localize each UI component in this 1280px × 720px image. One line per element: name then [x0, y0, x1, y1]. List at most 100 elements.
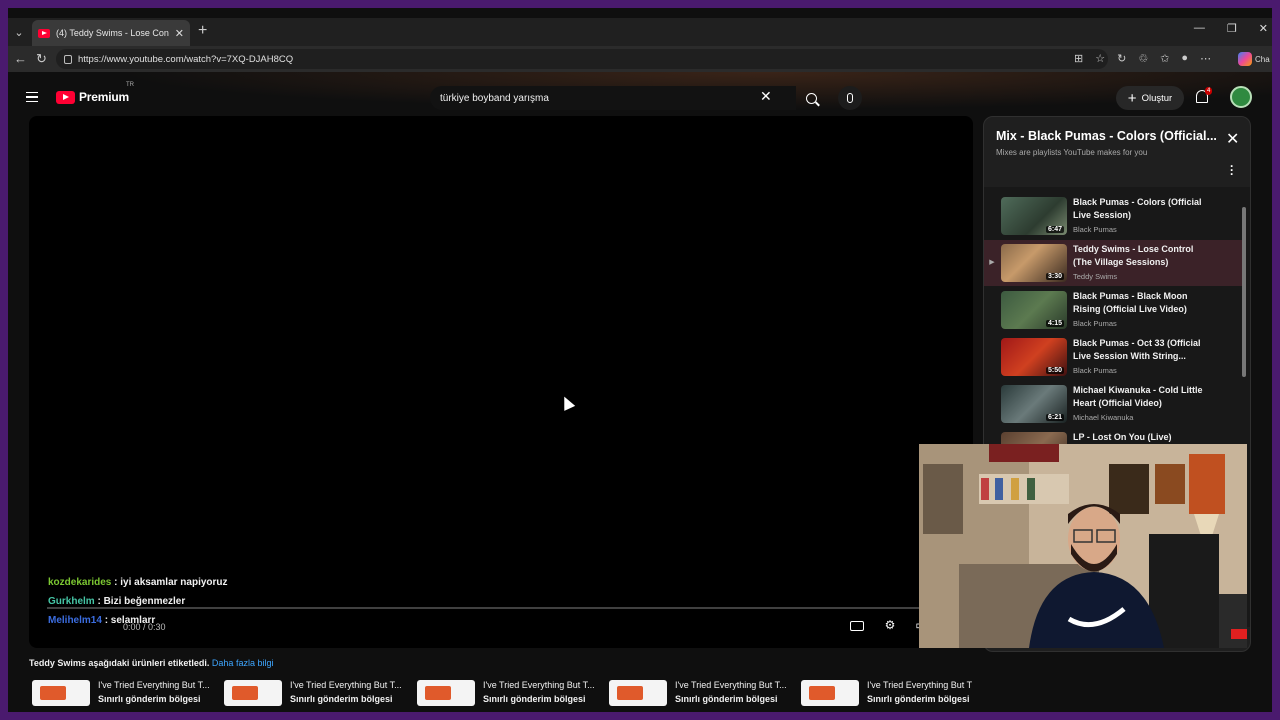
search-input[interactable]: türkiye boyband yarışma [430, 86, 796, 110]
video-title: Black Pumas - Colors (Official Live Sess… [1073, 197, 1202, 220]
playlist-index [984, 334, 1000, 380]
product-image [417, 680, 475, 706]
window-close-icon[interactable]: ✕ [1259, 22, 1268, 35]
video-thumbnail: 6:21 [1001, 385, 1067, 423]
maximize-icon[interactable]: ❐ [1227, 22, 1237, 35]
extensions-icon[interactable]: ♲ [1138, 52, 1148, 65]
subtitles-icon [850, 621, 864, 631]
search-button[interactable] [796, 86, 826, 110]
logo-text: Premium [79, 90, 129, 104]
tab-list-icon[interactable]: ⌄ [10, 24, 28, 42]
progress-bar[interactable] [47, 607, 955, 609]
chat-message: Gurkhelm : Bizi beğenmezler [48, 596, 228, 607]
time-display: 0:00 / 0:30 [123, 622, 166, 632]
product-image [224, 680, 282, 706]
video-title: LP - Lost On You (Live) [1073, 432, 1172, 442]
duration-badge: 5:50 [1045, 367, 1064, 374]
profile-icon[interactable]: ● [1181, 52, 1188, 65]
chat-text: : Bizi beğenmezler [94, 596, 186, 607]
active-tab[interactable]: (4) Teddy Swims - Lose Control (Th ✕ [32, 20, 190, 46]
copilot-label: Cha [1255, 54, 1270, 64]
product-title: I've Tried Everything But T... [98, 680, 210, 690]
product-card[interactable]: I've Tried Everything But T... Sınırlı g… [417, 680, 607, 706]
favorites-icon[interactable]: ✩ [1160, 52, 1169, 65]
search-icon [805, 92, 817, 104]
video-title: Black Pumas - Oct 33 (Official Live Sess… [1073, 338, 1201, 361]
channel-name: Black Pumas [1073, 319, 1117, 328]
create-button[interactable]: + Oluştur [1116, 86, 1184, 110]
product-title: I've Tried Everything But T [867, 680, 973, 690]
youtube-play-icon [56, 90, 75, 104]
settings-gear-icon[interactable]: ⚙ [882, 618, 898, 634]
product-card[interactable]: I've Tried Everything But T... Sınırlı g… [32, 680, 222, 706]
subtitles-button[interactable] [850, 618, 866, 634]
youtube-header: Premium TR türkiye boyband yarışma ✕ + O… [8, 72, 1272, 116]
new-tab-icon[interactable]: + [198, 22, 207, 40]
playlist-index [984, 287, 1000, 333]
plus-icon: + [1127, 89, 1137, 107]
webcam-overlay [919, 444, 1247, 648]
app-icon[interactable]: ⊞ [1074, 52, 1083, 65]
playlist-item[interactable]: 6:47 Black Pumas - Colors (Official Live… [984, 193, 1242, 239]
chat-username: Melihelm14 [48, 615, 102, 626]
now-playing-icon: ▶ [989, 259, 995, 266]
more-icon[interactable]: ⋯ [1200, 52, 1211, 65]
product-shipping: Sınırlı gönderim bölgesi [867, 694, 970, 704]
playlist-title[interactable]: Mix - Black Pumas - Colors (Official... [996, 129, 1216, 143]
youtube-favicon-icon [38, 28, 50, 38]
product-image [32, 680, 90, 706]
microphone-icon [847, 93, 853, 103]
duration-badge: 4:15 [1045, 320, 1064, 327]
product-image [801, 680, 859, 706]
tab-close-icon[interactable]: ✕ [175, 27, 184, 40]
video-player[interactable]: kozdekarides : iyi aksamlar napiyoruz Gu… [29, 116, 973, 648]
copilot-button[interactable]: Cha [1238, 50, 1272, 68]
address-bar: ← ↻ https://www.youtube.com/watch?v=7XQ-… [8, 46, 1272, 72]
product-shipping: Sınırlı gönderim bölgesi [483, 694, 586, 704]
favorite-star-icon[interactable]: ☆ [1095, 52, 1105, 65]
chat-text: : iyi aksamlar napiyoruz [111, 577, 228, 588]
window-controls: — ❐ ✕ [1194, 22, 1272, 35]
youtube-logo[interactable]: Premium TR [56, 82, 134, 104]
channel-name: Michael Kiwanuka [1073, 413, 1134, 422]
browser-toolbar-icons: ⊞ ☆ ↻ ♲ ✩ ● ⋯ [1074, 52, 1211, 65]
product-card[interactable]: I've Tried Everything But T Sınırlı gönd… [801, 680, 991, 706]
region-code: TR [126, 82, 134, 88]
video-title: Michael Kiwanuka - Cold Little Heart (Of… [1073, 385, 1203, 408]
browser-window: ⌄ (4) Teddy Swims - Lose Control (Th ✕ +… [8, 8, 1272, 712]
channel-name: Teddy Swims [1073, 272, 1118, 281]
playlist-index [984, 381, 1000, 427]
create-label: Oluştur [1141, 92, 1173, 104]
back-icon[interactable]: ← [14, 51, 27, 66]
video-title: Teddy Swims - Lose Control (The Village … [1073, 244, 1194, 267]
product-shipping: Sınırlı gönderim bölgesi [675, 694, 778, 704]
clear-search-icon[interactable]: ✕ [760, 88, 772, 105]
product-card[interactable]: I've Tried Everything But T... Sınırlı g… [609, 680, 799, 706]
product-card[interactable]: I've Tried Everything But T... Sınırlı g… [224, 680, 414, 706]
lock-icon [64, 54, 72, 64]
learn-more-link[interactable]: Daha fazla bilgi [212, 658, 274, 668]
close-playlist-icon[interactable]: ✕ [1226, 129, 1239, 149]
playlist-item[interactable]: 4:15 Black Pumas - Black Moon Rising (Of… [984, 287, 1242, 333]
video-thumbnail: 6:47 [1001, 197, 1067, 235]
account-avatar[interactable] [1230, 86, 1252, 108]
voice-search-button[interactable] [838, 86, 862, 110]
refresh-extension-icon[interactable]: ↻ [1117, 52, 1126, 65]
video-thumbnail: 4:15 [1001, 291, 1067, 329]
reload-icon[interactable]: ↻ [36, 51, 47, 67]
minimize-icon[interactable]: — [1194, 22, 1205, 35]
chat-username: Gurkhelm [48, 596, 95, 607]
playlist-item[interactable]: 6:21 Michael Kiwanuka - Cold Little Hear… [984, 381, 1242, 427]
playlist-scrollbar[interactable] [1242, 207, 1246, 377]
streamer-camera-image [919, 444, 1247, 648]
playlist-subtitle: Mixes are playlists YouTube makes for yo… [996, 148, 1148, 157]
playlist-item[interactable]: 5:50 Black Pumas - Oct 33 (Official Live… [984, 334, 1242, 380]
url-field[interactable]: https://www.youtube.com/watch?v=7XQ-DJAH… [56, 49, 1108, 69]
url-text: https://www.youtube.com/watch?v=7XQ-DJAH… [78, 53, 294, 65]
playlist-item[interactable]: ▶ 3:30 Teddy Swims - Lose Control (The V… [984, 240, 1242, 286]
video-thumbnail: 3:30 [1001, 244, 1067, 282]
product-title: I've Tried Everything But T... [675, 680, 787, 690]
more-options-icon[interactable]: · · · [1230, 160, 1234, 180]
hamburger-menu-icon[interactable] [26, 92, 38, 102]
product-title: I've Tried Everything But T... [290, 680, 402, 690]
